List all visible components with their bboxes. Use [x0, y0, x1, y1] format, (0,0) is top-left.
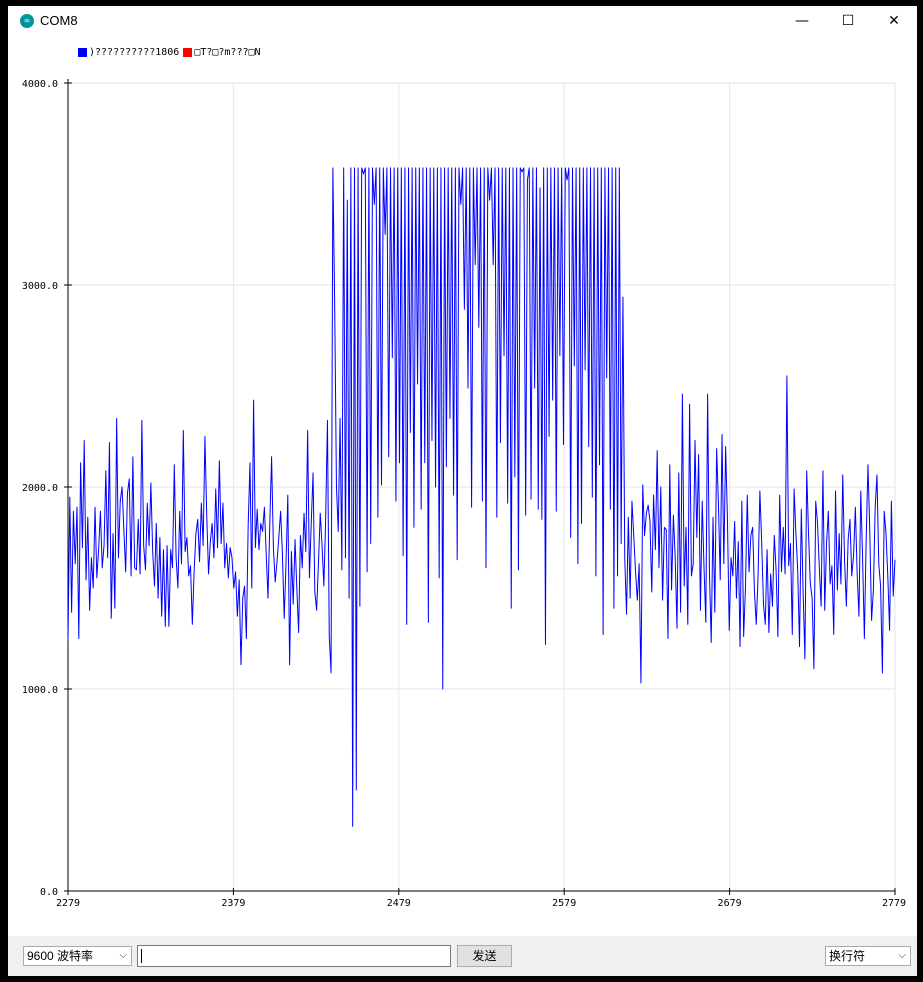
close-icon: ✕ [888, 13, 900, 29]
bottom-toolbar: 9600 波特率 ⌵ 发送 换行符 ⌵ [8, 936, 917, 976]
minimize-icon: — [795, 13, 809, 29]
baud-rate-select[interactable]: 9600 波特率 ⌵ [23, 946, 132, 966]
window-title: COM8 [40, 13, 78, 28]
y-tick-label: 0.0 [40, 887, 58, 898]
close-button[interactable]: ✕ [871, 6, 917, 36]
maximize-button[interactable]: ☐ [825, 6, 871, 36]
text-caret [141, 949, 142, 963]
series-line-1 [67, 167, 896, 827]
y-tick-label: 2000.0 [22, 483, 58, 494]
line-ending-value: 换行符 [829, 949, 866, 963]
x-tick-label: 2779 [882, 898, 906, 909]
serial-plotter-window: ∞ COM8 — ☐ ✕ )??????????1806 □T?□?m???□N… [8, 6, 917, 976]
maximize-icon: ☐ [841, 13, 855, 29]
x-tick-label: 2279 [56, 898, 80, 909]
arduino-icon: ∞ [20, 14, 34, 28]
x-tick-label: 2679 [718, 898, 742, 909]
x-tick-label: 2479 [387, 898, 411, 909]
serial-plot-chart: 4000.0 3000.0 2000.0 1000.0 0.02279 2379 2479 2… [22, 79, 906, 909]
minimize-button[interactable]: — [779, 6, 825, 36]
x-tick-label: 2379 [221, 898, 245, 909]
line-ending-select[interactable]: 换行符 ⌵ [825, 946, 911, 966]
y-tick-label: 3000.0 [22, 281, 58, 292]
send-button[interactable]: 发送 [457, 945, 512, 967]
y-tick-label: 1000.0 [22, 685, 58, 696]
chevron-down-icon: ⌵ [898, 950, 906, 961]
baud-rate-value: 9600 波特率 [27, 949, 94, 963]
chevron-down-icon: ⌵ [119, 950, 127, 961]
title-bar[interactable]: ∞ COM8 — ☐ ✕ [8, 6, 917, 36]
serial-input-field[interactable] [137, 945, 451, 967]
y-tick-label: 4000.0 [22, 79, 58, 90]
x-tick-label: 2579 [552, 898, 576, 909]
